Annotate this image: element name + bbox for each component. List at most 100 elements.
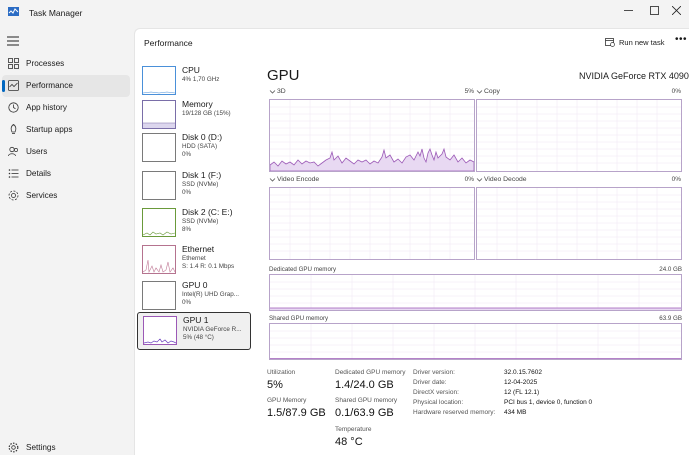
gear-icon — [8, 442, 19, 453]
device-thumbnail — [142, 171, 176, 200]
nav-item-startup-apps[interactable]: Startup apps — [2, 119, 130, 141]
nav-item-performance[interactable]: Performance — [2, 75, 130, 97]
run-new-task-label: Run new task — [619, 37, 665, 47]
services-icon — [8, 190, 19, 201]
device-disk-0[interactable]: Disk 0 (D:) HDD (SATA) 0% — [137, 130, 251, 168]
device-name: Disk 2 (C: E:) — [182, 207, 233, 217]
gpu-title: GPU — [267, 67, 300, 84]
nav-item-details[interactable]: Details — [2, 163, 130, 185]
device-name: Disk 0 (D:) — [182, 132, 223, 142]
device-name: GPU 0 — [182, 280, 208, 290]
dedicated-gpu-memory-value: 1.4/24.0 GB — [335, 379, 394, 391]
window-title: Task Manager — [29, 8, 83, 18]
device-detail: SSD (NVMe) — [182, 218, 219, 225]
driver-value: PCI bus 1, device 0, function 0 — [504, 399, 593, 406]
nav-item-services[interactable]: Services — [2, 185, 130, 207]
engine-label-3d: 3D — [277, 88, 286, 95]
chevron-down-icon[interactable] — [476, 177, 483, 183]
history-icon — [8, 102, 19, 113]
graph-copy — [476, 99, 682, 172]
device-gpu-1[interactable]: GPU 1 NVIDIA GeForce R... 5% (48 °C) — [137, 312, 251, 350]
engine-label-video-decode: Video Decode — [484, 176, 527, 183]
graph-video-decode — [476, 187, 682, 260]
chevron-down-icon[interactable] — [476, 89, 483, 95]
active-indicator — [2, 80, 5, 92]
graph-dedicated-memory — [269, 274, 682, 311]
device-throughput: S: 1.4 R: 0.1 Mbps — [182, 263, 235, 270]
device-thumbnail — [142, 208, 176, 237]
driver-value: 12-04-2025 — [504, 379, 538, 386]
content-panel: Performance Run new task ••• CPU 4% 1,70… — [134, 28, 689, 455]
utilization-label: Utilization — [267, 369, 296, 376]
disk-2-sparkline — [142, 231, 176, 236]
device-cpu[interactable]: CPU 4% 1,70 GHz — [137, 63, 251, 101]
device-gpu-0[interactable]: GPU 0 Intel(R) UHD Grap... 0% — [137, 278, 251, 316]
device-thumbnail — [142, 133, 176, 162]
gpu-memory-value: 1.5/87.9 GB — [267, 407, 326, 419]
nav-label: Performance — [26, 81, 73, 90]
engine-pct-video-encode: 0% — [464, 176, 474, 183]
nav-label: Users — [26, 147, 48, 156]
ethernet-sparkline — [142, 259, 176, 274]
device-name: GPU 1 — [183, 315, 209, 325]
nav-item-settings[interactable]: Settings — [2, 437, 130, 455]
chevron-down-icon[interactable] — [269, 89, 276, 95]
chevron-down-icon[interactable] — [269, 177, 276, 183]
page-title: Performance — [144, 38, 193, 48]
hamburger-menu-icon[interactable] — [7, 36, 19, 46]
shared-memory-max: 63.9 GB — [659, 315, 682, 322]
device-disk-1[interactable]: Disk 1 (F:) SSD (NVMe) 0% — [137, 168, 251, 206]
driver-key: Driver date: — [413, 379, 447, 386]
task-manager-icon — [8, 7, 19, 16]
users-icon — [8, 146, 18, 157]
device-name: CPU — [182, 65, 200, 75]
engine-pct-video-decode: 0% — [671, 176, 681, 183]
device-usage: 0% — [182, 189, 192, 196]
dedicated-memory-plot — [270, 275, 681, 310]
nav-label: App history — [26, 103, 67, 112]
device-thumbnail — [142, 100, 176, 129]
device-usage: 0% — [182, 151, 192, 158]
device-thumbnail — [142, 66, 176, 95]
left-nav: Processes Performance App history Startu… — [0, 28, 134, 455]
graph-video-encode — [269, 187, 475, 260]
driver-value: 12 (FL 12.1) — [504, 389, 540, 396]
nav-item-app-history[interactable]: App history — [2, 97, 130, 119]
shared-memory-plot — [270, 324, 681, 359]
device-thumbnail — [142, 245, 176, 274]
device-ethernet[interactable]: Ethernet Ethernet S: 1.4 R: 0.1 Mbps — [137, 242, 251, 280]
run-new-task-button[interactable]: Run new task — [605, 36, 664, 48]
engine-label-copy: Copy — [484, 88, 500, 95]
device-name: Ethernet — [182, 244, 215, 254]
device-detail: 19/128 GB (15%) — [182, 110, 231, 117]
gpu-model: NVIDIA GeForce RTX 4090 — [579, 71, 689, 81]
device-usage: 8% — [182, 226, 192, 233]
gpu-memory-label: GPU Memory — [267, 397, 307, 404]
driver-key: Driver version: — [413, 369, 455, 376]
device-usage: 5% (48 °C) — [183, 334, 214, 341]
graph-shared-memory — [269, 323, 682, 360]
temperature-label: Temperature — [335, 426, 372, 433]
shared-memory-label: Shared GPU memory — [269, 315, 329, 322]
close-button[interactable] — [661, 0, 689, 20]
device-disk-2[interactable]: Disk 2 (C: E:) SSD (NVMe) 8% — [137, 205, 251, 243]
driver-key: DirectX version: — [413, 389, 459, 396]
device-detail: Intel(R) UHD Grap... — [182, 291, 240, 298]
graph-video-encode-plot — [270, 188, 474, 259]
dedicated-memory-max: 24.0 GB — [659, 266, 682, 273]
maximize-icon — [649, 5, 659, 15]
nav-label: Processes — [26, 59, 65, 68]
driver-key: Physical location: — [413, 399, 464, 406]
more-options-button[interactable]: ••• — [675, 34, 687, 45]
nav-item-processes[interactable]: Processes — [2, 53, 130, 75]
nav-item-users[interactable]: Users — [2, 141, 130, 163]
device-name: Disk 1 (F:) — [182, 170, 222, 180]
device-name: Memory — [182, 99, 213, 109]
shared-gpu-memory-label: Shared GPU memory — [335, 397, 398, 404]
device-thumbnail — [142, 281, 176, 310]
device-detail: 4% 1,70 GHz — [182, 76, 220, 83]
gpu-1-sparkline — [143, 338, 177, 344]
close-icon — [671, 5, 681, 15]
shared-gpu-memory-value: 0.1/63.9 GB — [335, 407, 394, 419]
dedicated-gpu-memory-label: Dedicated GPU memory — [335, 369, 406, 376]
